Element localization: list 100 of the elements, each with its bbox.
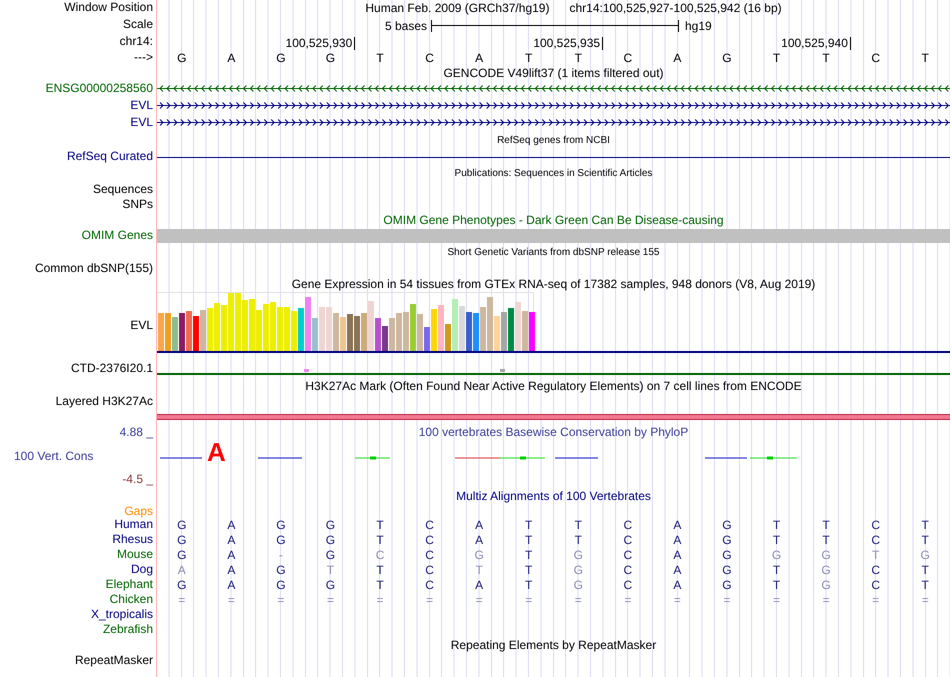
base-letter: = [822, 592, 830, 606]
expression-mark [304, 369, 309, 372]
base-letter: C [871, 50, 880, 64]
base-letter: T [525, 562, 532, 576]
base-letter: A [227, 50, 236, 64]
base-letter: T [525, 532, 532, 546]
species-label: Chicken [110, 592, 153, 606]
track-title: 100 vertebrates Basewise Conservation by PhyloP [418, 424, 688, 440]
base-letter: G [920, 548, 930, 562]
track-title: Gene Expression in 54 tissues from GTEx RNA-seq of 17382 samples, 948 donors (V8, Aug 2019) [292, 277, 816, 291]
base-letter: T [525, 50, 532, 64]
species-label: Rhesus [112, 532, 153, 546]
base-letter: G [276, 578, 286, 592]
ruler-tick-label: 100,525,935 [533, 37, 604, 50]
base-letter: T [525, 518, 532, 532]
base-letter: = [574, 592, 582, 606]
track-label: OMIM Genes [82, 228, 153, 242]
track-label: EVL [130, 318, 153, 332]
base-letter: = [723, 592, 730, 606]
base-letter: G [722, 50, 732, 64]
base-letter: G [326, 532, 336, 546]
base-letter: = [178, 592, 186, 606]
base-letter: T [822, 532, 830, 546]
base-letter: = [872, 592, 880, 606]
base-letter: T [376, 562, 384, 576]
base-letter: G [574, 548, 583, 562]
base-letter: A [227, 548, 236, 562]
base-letter: C [624, 578, 632, 592]
track-title: OMIM Gene Phenotypes - Dark Green Can Be Disease-causing [383, 213, 724, 227]
base-letter: - [278, 548, 283, 562]
base-letter: = [426, 592, 434, 606]
base-letter: = [525, 592, 532, 606]
base-letter: G [821, 578, 831, 592]
base-letter: A [227, 578, 236, 592]
base-letter: = [674, 592, 681, 606]
logo-letter: A [207, 442, 226, 462]
base-letter: T [922, 518, 929, 532]
ruler-tick-label: 100,525,930 [286, 37, 356, 50]
base-letter: T [772, 562, 780, 576]
base-letter: A [227, 562, 236, 576]
base-letter: C [871, 518, 880, 532]
track-label: RepeatMasker [74, 653, 153, 667]
base-letter: A [227, 518, 236, 532]
track-label: Window Position [64, 0, 153, 14]
base-letter: C [425, 562, 434, 576]
track-title: Multiz Alignments of 100 Vertebrates [456, 489, 651, 503]
base-letter: G [772, 548, 782, 562]
track-label: 100 Vert. Cons [13, 448, 94, 462]
position-range: chr14:100,525,927-100,525,942 (16 bp) [569, 0, 782, 16]
base-letter: T [525, 578, 532, 592]
base-letter: T [922, 562, 929, 576]
axis-max-label: 4.88 _ [120, 425, 153, 439]
base-letter: G [722, 532, 732, 546]
assembly-name: hg19 [684, 18, 712, 34]
track-label: Gaps [124, 504, 153, 518]
base-letter: C [871, 562, 880, 576]
base-letter: = [277, 592, 284, 606]
base-letter: A [673, 518, 682, 532]
species-label: Human [114, 517, 153, 531]
gene-label: ENSG00000258560 [46, 81, 153, 95]
base-letter: T [376, 50, 384, 64]
base-letter: C [624, 532, 632, 546]
base-letter: G [821, 562, 831, 576]
base-letter: G [326, 518, 336, 532]
base-letter: T [872, 548, 880, 562]
base-letter: A [475, 518, 484, 532]
base-letter: C [624, 562, 632, 576]
base-letter: G [177, 578, 186, 592]
species-label: Dog [130, 562, 153, 576]
base-letter: G [276, 562, 286, 576]
base-letter: T [772, 50, 780, 64]
base-letter: C [425, 548, 434, 562]
base-letter: T [574, 532, 582, 546]
base-letter: C [871, 578, 880, 592]
track-label: Layered H3K27Ac [56, 394, 153, 408]
base-letter: G [574, 562, 583, 576]
base-letter: G [474, 548, 484, 562]
base-letter: G [177, 50, 186, 64]
base-letter: A [475, 532, 484, 546]
base-letter: A [673, 562, 682, 576]
track-label: SNPs [122, 197, 153, 211]
base-letter: A [475, 50, 484, 64]
base-letter: C [624, 518, 632, 532]
base-letter: G [177, 548, 186, 562]
track-label: RefSeq Curated [66, 149, 153, 163]
track-title: Repeating Elements by RepeatMasker [450, 638, 656, 652]
expression-mark [500, 369, 505, 372]
track-title: GENCODE V49lift37 (1 items filtered out) [443, 66, 664, 80]
base-letter: G [276, 50, 286, 64]
base-letter: G [276, 532, 286, 546]
scale-label: 5 bases [384, 18, 427, 34]
base-letter: T [922, 532, 929, 546]
base-letter: T [922, 50, 929, 64]
base-letter: G [722, 548, 732, 562]
axis-min-label: -4.5 _ [122, 472, 153, 486]
base-letter: G [722, 518, 732, 532]
track-title: Publications: Sequences in Scientific Articles [454, 166, 652, 180]
base-letter: T [574, 518, 582, 532]
base-letter: C [624, 548, 632, 562]
base-letter: T [822, 50, 830, 64]
